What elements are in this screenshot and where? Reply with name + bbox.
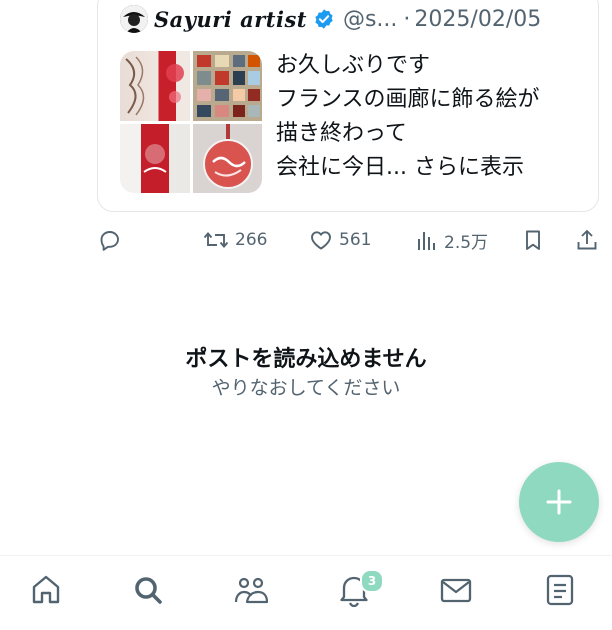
communities-icon xyxy=(234,577,269,604)
notification-badge: 3 xyxy=(360,569,384,593)
list-icon xyxy=(546,574,574,606)
media-thumbnail[interactable] xyxy=(120,51,190,121)
post-text-line: 描き終わって xyxy=(276,121,407,146)
media-thumbnail[interactable] xyxy=(120,123,190,193)
post-text-line: お久しぶりです xyxy=(276,53,431,78)
like-button[interactable]: 561 xyxy=(309,228,371,252)
share-button[interactable] xyxy=(575,228,599,252)
reply-button[interactable] xyxy=(98,228,128,252)
quoted-post-header: Sayuri artist @s... · 2025/02/05 xyxy=(120,5,541,33)
home-icon xyxy=(32,575,60,604)
media-grid[interactable] xyxy=(120,51,262,193)
avatar[interactable] xyxy=(120,5,148,33)
error-title: ポストを読み込めません xyxy=(185,347,427,372)
post-date: 2025/02/05 xyxy=(414,6,542,32)
error-retry-link[interactable]: やりなおしてください xyxy=(0,373,612,400)
repost-icon xyxy=(203,232,229,248)
tab-communities[interactable] xyxy=(231,570,271,610)
reply-icon xyxy=(100,231,119,251)
verified-badge-icon xyxy=(313,8,335,30)
heart-icon xyxy=(311,231,331,250)
tab-search[interactable] xyxy=(128,570,168,610)
show-more-link[interactable]: さらに表示 xyxy=(414,155,524,180)
repost-button[interactable]: 266 xyxy=(203,228,267,252)
compose-post-button[interactable] xyxy=(519,462,599,542)
tab-lists[interactable] xyxy=(540,570,580,610)
post-action-bar: 266 561 2.5万 xyxy=(0,228,612,256)
media-thumbnail[interactable] xyxy=(192,51,262,121)
views-button[interactable]: 2.5万 xyxy=(416,228,488,253)
quoted-post-text: お久しぶりです フランスの画廊に飾る絵が 描き終わって 会社に今日... さらに… xyxy=(276,49,540,185)
plus-icon xyxy=(546,489,572,515)
repost-count: 266 xyxy=(235,230,268,250)
share-icon xyxy=(577,230,597,250)
post-separator: · xyxy=(403,6,411,32)
media-thumbnail[interactable] xyxy=(192,123,262,193)
bottom-tab-bar: 3 xyxy=(0,555,612,630)
tab-notifications[interactable]: 3 xyxy=(334,569,384,610)
quoted-post-card[interactable]: Sayuri artist @s... · 2025/02/05 お久しぶりです… xyxy=(97,0,599,212)
author-name[interactable]: Sayuri artist xyxy=(154,7,307,32)
author-handle: @s... xyxy=(342,6,398,32)
bookmark-button[interactable] xyxy=(522,228,544,252)
analytics-icon xyxy=(418,231,435,250)
views-count: 2.5万 xyxy=(444,233,489,253)
post-text-line: フランスの画廊に飾る絵が xyxy=(276,87,540,112)
avatar-image xyxy=(120,5,148,33)
search-icon xyxy=(135,577,162,604)
envelope-icon xyxy=(440,578,472,603)
tab-home[interactable] xyxy=(26,570,66,610)
post-text-line: 会社に今日... xyxy=(276,155,407,180)
bookmark-icon xyxy=(526,230,540,250)
like-count: 561 xyxy=(339,230,372,250)
tab-messages[interactable] xyxy=(436,570,476,610)
